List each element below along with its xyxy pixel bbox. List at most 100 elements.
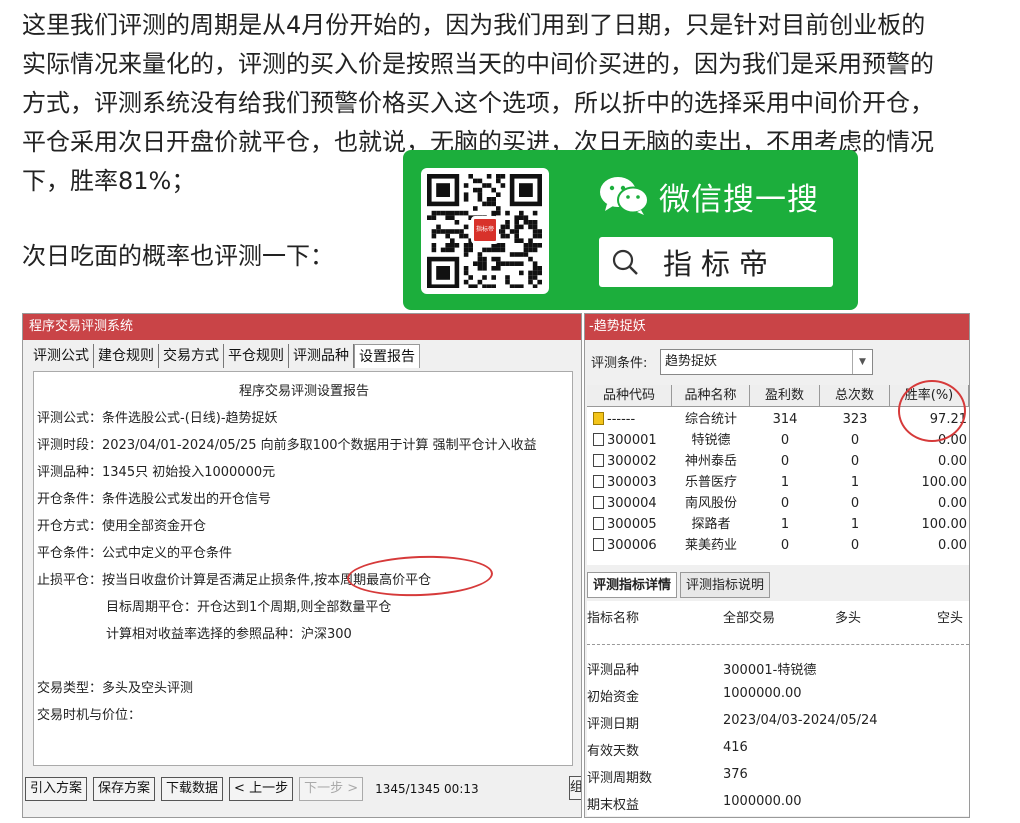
cell-text: 0 <box>850 496 860 511</box>
report-trade-type: 交易类型：多头及空头评测 <box>37 681 194 696</box>
cell-text: 0.00 <box>938 454 967 469</box>
tab-trade-method[interactable]: 交易方式 <box>159 344 224 368</box>
cell-text: 300004 <box>607 496 657 511</box>
table-cell-profit: 1 <box>750 472 820 493</box>
wechat-promo-banner[interactable]: 指标帝 微信搜一搜 指标帝 <box>403 150 858 310</box>
cell-text: 100.00 <box>921 517 968 532</box>
cell-text: 300001 <box>607 433 657 448</box>
cell-text: 0 <box>780 496 790 511</box>
detail-value: 376 <box>723 767 748 782</box>
prev-step-button[interactable]: < 上一步 <box>229 777 294 801</box>
cell-text: 1 <box>780 475 790 490</box>
cell-text: 0 <box>850 433 860 448</box>
table-cell-name: 综合统计 <box>672 409 750 430</box>
wechat-icon <box>600 177 649 215</box>
table-cell-code: 300006 <box>587 535 672 556</box>
table-cell-rate: 100.00 <box>890 472 969 493</box>
table-cell-name: 特锐德 <box>672 430 750 451</box>
col-total[interactable]: 总次数 <box>820 385 890 407</box>
table-cell-total: 0 <box>820 535 890 556</box>
cell-text: 莱美药业 <box>684 538 737 553</box>
table-cell-name: 南风股份 <box>672 493 750 514</box>
detail-key: 评测周期数 <box>587 771 653 786</box>
table-cell-name: 乐普医疗 <box>672 472 750 493</box>
tab-detail[interactable]: 评测指标详情 <box>587 572 678 598</box>
condition-select[interactable]: 趋势捉妖 ▼ <box>660 349 873 375</box>
condition-value: 趋势捉妖 <box>665 354 718 369</box>
cell-text: 神州泰岳 <box>684 454 737 469</box>
detail-panel: 指标名称 全部交易 多头 空头 评测品种 300001-特锐德 初始资金 100000… <box>587 601 969 816</box>
cell-text: ------ <box>607 412 636 427</box>
table-cell-profit: 0 <box>750 493 820 514</box>
cell-text: 0 <box>780 454 790 469</box>
promo-search-text: 指标帝 <box>663 247 778 281</box>
search-icon <box>612 249 638 275</box>
tab-open-rules[interactable]: 建仓规则 <box>94 344 159 368</box>
document-icon <box>593 433 604 446</box>
clipped-button[interactable]: 组 <box>569 776 581 800</box>
report-close-condition: 平仓条件：公式中定义的平仓条件 <box>37 546 233 561</box>
tab-explanation[interactable]: 评测指标说明 <box>680 572 771 598</box>
table-cell-profit: 0 <box>750 451 820 472</box>
cell-text: 特锐德 <box>691 433 731 448</box>
detail-header-name: 指标名称 <box>587 611 640 626</box>
cell-text: 0 <box>780 433 790 448</box>
cell-text: 300002 <box>607 454 657 469</box>
cell-text: 0 <box>780 538 790 553</box>
cell-text: 300005 <box>607 517 657 532</box>
document-icon <box>593 517 604 530</box>
cell-text: 100.00 <box>921 475 968 490</box>
report-benchmark: 计算相对收益率选择的参照品种：沪深300 <box>106 627 352 642</box>
next-step-button[interactable]: 下一步 > <box>299 777 364 801</box>
condition-label: 评测条件: <box>591 356 648 371</box>
detail-value: 1000000.00 <box>723 686 802 701</box>
save-plan-button[interactable]: 保存方案 <box>93 777 156 801</box>
detail-tabs: 评测指标详情 评测指标说明 <box>587 572 773 600</box>
report-trade-timing: 交易时机与价位： <box>37 708 142 723</box>
detail-value: 2023/04/03-2024/05/24 <box>723 713 878 728</box>
annotation-ellipse-winrate <box>898 380 966 442</box>
table-cell-total: 323 <box>820 409 890 430</box>
qr-code: 指标帝 <box>421 168 549 294</box>
tab-close-rules[interactable]: 平仓规则 <box>224 344 289 368</box>
col-name[interactable]: 品种名称 <box>672 385 750 407</box>
table-cell-name: 莱美药业 <box>672 535 750 556</box>
import-plan-button[interactable]: 引入方案 <box>25 777 88 801</box>
detail-header-short: 空头 <box>937 611 964 626</box>
detail-header-long: 多头 <box>835 611 862 626</box>
cell-text: 0 <box>850 454 860 469</box>
dialog-tabs: 评测公式 建仓规则 交易方式 平仓规则 评测品种 设置报告 <box>29 344 420 368</box>
tab-varieties[interactable]: 评测品种 <box>289 344 354 368</box>
detail-key: 有效天数 <box>587 744 640 759</box>
tab-formula[interactable]: 评测公式 <box>29 344 94 368</box>
col-profit[interactable]: 盈利数 <box>750 385 820 407</box>
detail-key: 期末权益 <box>587 798 640 813</box>
table-cell-rate: 0.00 <box>890 451 969 472</box>
document-icon <box>593 538 604 551</box>
detail-key: 评测日期 <box>587 717 640 732</box>
download-data-button[interactable]: 下载数据 <box>161 777 224 801</box>
table-cell-rate: 0.00 <box>890 493 969 514</box>
backtest-dialog: 程序交易评测系统 评测公式 建仓规则 交易方式 平仓规则 评测品种 设置报告 程… <box>22 313 582 818</box>
table-cell-total: 0 <box>820 430 890 451</box>
col-code[interactable]: 品种代码 <box>587 385 672 407</box>
table-cell-code: 300003 <box>587 472 672 493</box>
document-icon <box>593 475 604 488</box>
promo-search-box[interactable]: 指标帝 <box>599 237 833 287</box>
report-varieties: 评测品种：1345只 初始投入1000000元 <box>37 465 276 480</box>
detail-value: 300001-特锐德 <box>723 663 817 678</box>
folder-icon <box>593 412 604 425</box>
report-target-period: 目标周期平仓：开仓达到1个周期,则全部数量平仓 <box>106 600 392 615</box>
report-period: 评测时段：2023/04/01-2024/05/25 向前多取100个数据用于计… <box>37 438 537 453</box>
report-formula: 评测公式：条件选股公式-(日线)-趋势捉妖 <box>37 411 278 426</box>
dialog-button-bar: 引入方案 保存方案 下载数据 < 上一步 下一步 > 1345/1345 00:… <box>25 776 479 802</box>
table-cell-total: 1 <box>820 514 890 535</box>
tab-report[interactable]: 设置报告 <box>354 344 420 368</box>
qr-logo: 指标帝 <box>471 216 499 244</box>
table-cell-total: 1 <box>820 472 890 493</box>
table-cell-code: 300002 <box>587 451 672 472</box>
cell-text: 300003 <box>607 475 657 490</box>
table-cell-total: 0 <box>820 493 890 514</box>
chevron-down-icon[interactable]: ▼ <box>852 350 872 374</box>
report-panel: 程序交易评测设置报告 评测公式：条件选股公式-(日线)-趋势捉妖 评测时段：20… <box>33 371 573 766</box>
